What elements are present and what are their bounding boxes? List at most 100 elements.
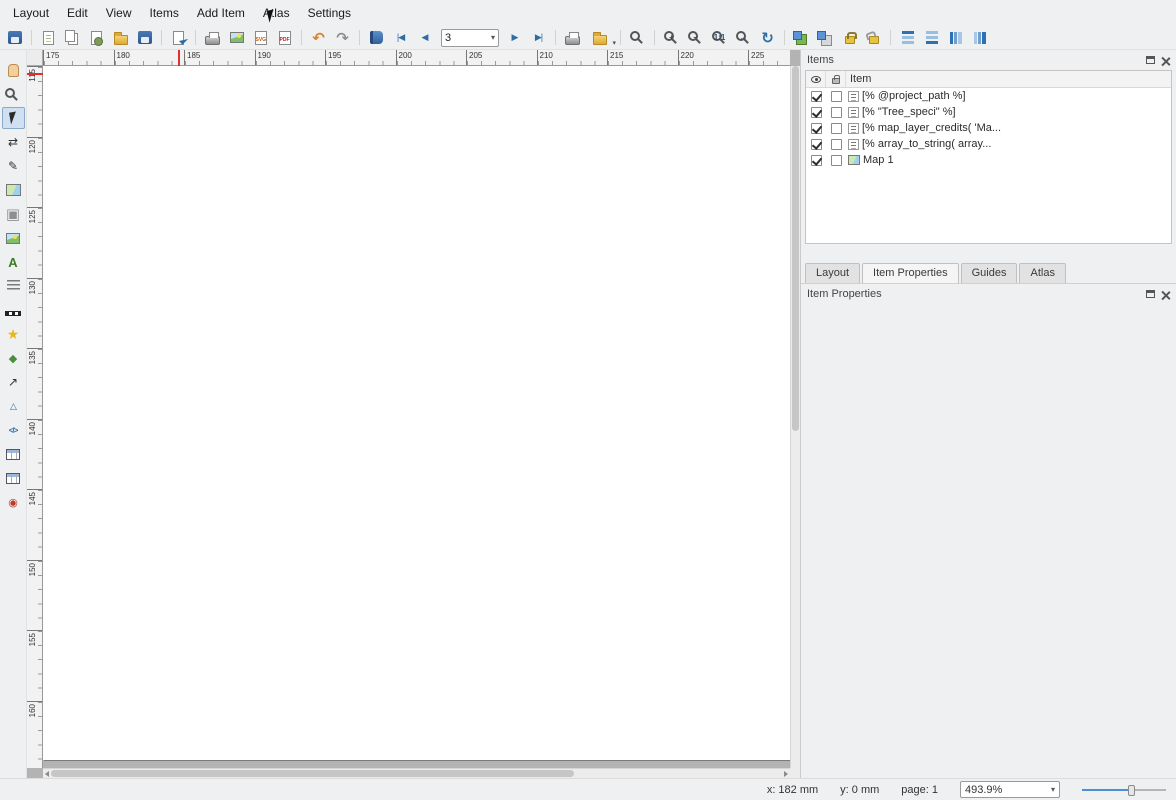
close-panel-icon[interactable] — [1161, 56, 1170, 65]
lower-items-icon[interactable]: ▾ — [920, 27, 943, 48]
visibility-checkbox[interactable] — [811, 91, 822, 102]
zoom-level-combo[interactable]: 493.9% ▾ — [960, 781, 1060, 798]
add-legend-icon[interactable] — [2, 275, 25, 297]
items-tree-row[interactable]: [% map_layer_credits( 'Ma... — [806, 120, 1171, 136]
add-north-arrow-icon[interactable]: ★ — [2, 323, 25, 345]
scroll-right-icon[interactable] — [784, 771, 788, 777]
send-to-back-icon[interactable]: ▾ — [968, 27, 991, 48]
zoom-slider-handle[interactable] — [1128, 785, 1135, 796]
float-panel-icon[interactable] — [1146, 56, 1155, 64]
atlas-first-feature-icon[interactable]: |◀ ▾ — [389, 27, 412, 48]
horizontal-scrollbar[interactable] — [43, 768, 790, 778]
save-as-template-icon[interactable]: ▾ — [133, 27, 156, 48]
add-3d-map-icon[interactable]: ▣ — [2, 203, 25, 225]
lock-checkbox[interactable] — [831, 107, 842, 118]
layout-page[interactable] — [43, 66, 790, 760]
items-tree-row[interactable]: [% @project_path %] — [806, 88, 1171, 104]
pan-layout-icon[interactable] — [2, 59, 25, 81]
print-icon[interactable]: ▾ — [201, 27, 224, 48]
cursor-y-readout: y: 0 mm — [840, 784, 879, 796]
zoom-tool-icon[interactable] — [2, 83, 25, 105]
export-image-icon[interactable]: ▾ — [225, 27, 248, 48]
refresh-view-icon[interactable]: ↻ ▾ — [756, 27, 779, 48]
zoom-out-icon[interactable]: − ▾ — [684, 27, 707, 48]
scroll-left-icon[interactable] — [45, 771, 49, 777]
redo-icon[interactable]: ↷ ▾ — [331, 27, 354, 48]
add-picture-icon[interactable] — [2, 227, 25, 249]
menu-layout[interactable]: Layout — [4, 2, 58, 24]
zoom-slider[interactable] — [1082, 783, 1166, 797]
add-shape-icon[interactable]: ◆ — [2, 347, 25, 369]
lock-checkbox[interactable] — [831, 91, 842, 102]
select-move-item-icon[interactable] — [2, 107, 25, 129]
tab-layout[interactable]: Layout — [805, 263, 860, 283]
unlock-items-icon[interactable]: ▾ — [862, 27, 885, 48]
atlas-settings-icon[interactable]: ▾ — [365, 27, 388, 48]
add-html-icon[interactable]: </> — [2, 419, 25, 441]
tab-item-properties[interactable]: Item Properties — [862, 263, 959, 283]
add-node-item-icon[interactable]: △ — [2, 395, 25, 417]
zoom-in-icon[interactable]: + ▾ — [660, 27, 683, 48]
layout-canvas[interactable]: 175180185190195200205210215220225 115120… — [27, 50, 800, 778]
add-fixed-table-icon[interactable] — [2, 467, 25, 489]
ungroup-items-icon[interactable]: ▾ — [814, 27, 837, 48]
items-tree-row[interactable]: [% array_to_string( array... — [806, 136, 1171, 152]
edit-nodes-item-icon[interactable]: ✎ — [2, 155, 25, 177]
zoom-width-icon[interactable]: ↔ ▾ — [732, 27, 755, 48]
vertical-scrollbar[interactable] — [790, 66, 800, 768]
items-tree-row[interactable]: Map 1 — [806, 152, 1171, 168]
horizontal-ruler[interactable]: 175180185190195200205210215220225 — [43, 50, 790, 66]
atlas-last-feature-icon[interactable]: ▶| ▾ — [527, 27, 550, 48]
atlas-feature-combo[interactable]: 3 ▾ — [441, 29, 499, 47]
lock-checkbox[interactable] — [831, 123, 842, 134]
visibility-checkbox[interactable] — [811, 123, 822, 134]
group-items-icon[interactable]: ▾ — [790, 27, 813, 48]
float-panel-icon[interactable] — [1146, 290, 1155, 298]
duplicate-layout-icon[interactable]: ▾ — [61, 27, 84, 48]
toolbar-segment-right: ▶ ▾ ▶| ▾ ▾ ▾ ▾ — [503, 27, 992, 48]
export-svg-icon[interactable]: ▾ — [249, 27, 272, 48]
atlas-next-feature-icon[interactable]: ▶ ▾ — [503, 27, 526, 48]
vertical-ruler[interactable]: 115120125130135140145150155160 — [27, 66, 43, 768]
visibility-checkbox[interactable] — [811, 107, 822, 118]
add-attribute-table-icon[interactable] — [2, 443, 25, 465]
add-arrow-icon[interactable]: ↗ — [2, 371, 25, 393]
lock-checkbox[interactable] — [831, 139, 842, 150]
close-panel-icon[interactable] — [1161, 290, 1170, 299]
add-scalebar-icon[interactable] — [2, 299, 25, 321]
add-map-icon[interactable] — [2, 179, 25, 201]
visibility-checkbox[interactable] — [811, 139, 822, 150]
items-tree-row[interactable]: [% "Tree_speci" %] — [806, 104, 1171, 120]
menu-settings[interactable]: Settings — [299, 2, 360, 24]
load-template-icon[interactable]: ▾ — [109, 27, 132, 48]
menu-edit[interactable]: Edit — [58, 2, 97, 24]
visibility-checkbox[interactable] — [811, 155, 822, 166]
lock-checkbox[interactable] — [831, 155, 842, 166]
qgis-print-layout-window: LayoutEditViewItemsAdd ItemAtlasSettings… — [0, 0, 1176, 800]
tab-atlas[interactable]: Atlas — [1019, 263, 1065, 283]
menu-items[interactable]: Items — [141, 2, 188, 24]
zoom-full-icon[interactable]: ▾ — [626, 27, 649, 48]
move-item-content-icon[interactable]: ⇄ — [2, 131, 25, 153]
export-template-icon[interactable]: ▾ — [167, 27, 190, 48]
save-project-icon[interactable]: ▾ — [3, 27, 26, 48]
vertical-scrollbar-thumb[interactable] — [792, 66, 799, 431]
raise-items-icon[interactable]: ▾ — [896, 27, 919, 48]
menu-view[interactable]: View — [97, 2, 141, 24]
export-pdf-icon[interactable]: ▾ — [273, 27, 296, 48]
bring-to-front-icon[interactable]: ▾ — [944, 27, 967, 48]
new-layout-icon[interactable]: ▾ — [37, 27, 60, 48]
export-atlas-icon[interactable]: ▾ — [585, 27, 615, 48]
horizontal-scrollbar-thumb[interactable] — [51, 770, 574, 777]
undo-icon[interactable]: ↶ ▾ — [307, 27, 330, 48]
menu-add-item[interactable]: Add Item — [188, 2, 254, 24]
print-atlas-icon[interactable]: ▾ — [561, 27, 584, 48]
label-item-icon — [848, 107, 859, 118]
tab-guides[interactable]: Guides — [961, 263, 1018, 283]
atlas-previous-feature-icon[interactable]: ◀ ▾ — [413, 27, 436, 48]
add-marker-icon[interactable]: ◉ — [2, 491, 25, 513]
layout-manager-icon[interactable]: ▾ — [85, 27, 108, 48]
add-label-icon[interactable]: A — [2, 251, 25, 273]
zoom-actual-icon[interactable]: 1:1 ▾ — [708, 27, 731, 48]
lock-items-icon[interactable]: ▾ — [838, 27, 861, 48]
